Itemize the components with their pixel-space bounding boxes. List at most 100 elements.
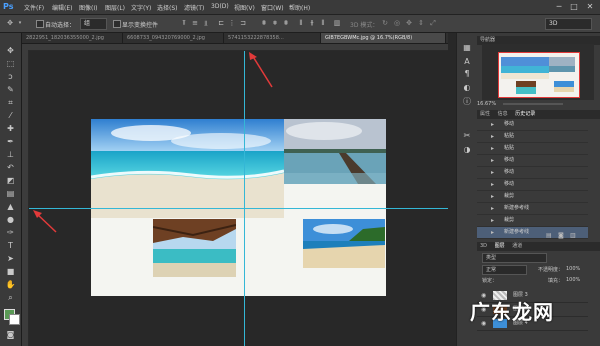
tab-document-3[interactable]: 5741153222878358… [224,33,321,43]
distribute-left-icon[interactable]: ⫴ [297,19,305,27]
align-vcenter-icon[interactable]: ≡ [191,19,199,27]
blur-tool-icon[interactable]: ▲ [5,201,16,212]
trash-icon[interactable]: ▥ [570,232,576,239]
tab-document-active[interactable]: GIB7EGBWMc.jpg @ 16.7%(RGB/8) [321,33,446,43]
quick-select-tool-icon[interactable]: ✎ [5,84,16,95]
align-bottom-icon[interactable]: ⫫ [202,19,210,27]
tab-channels[interactable]: 通道 [512,243,522,249]
history-icon[interactable]: ▦ [462,43,472,53]
lasso-tool-icon[interactable]: ↄ [5,71,16,82]
distribute-bottom-icon[interactable]: ⩩ [282,19,290,27]
gradient-tool-icon[interactable]: ▤ [5,188,16,199]
menu-type[interactable]: 文字(Y) [131,3,151,12]
eyedropper-tool-icon[interactable]: ⁄ [5,110,16,121]
hand-tool-icon[interactable]: ✋ [5,279,16,290]
navigator-view-box[interactable] [498,52,580,98]
rectangle-tool-icon[interactable]: ■ [5,266,16,277]
character-icon[interactable]: A [462,57,472,67]
tab-info[interactable]: 信息 [498,111,508,117]
distribute-hcenter-icon[interactable]: ⫵ [308,19,316,27]
distribute-top-icon[interactable]: ⩩ [260,19,268,27]
menu-view[interactable]: 视图(V) [234,3,255,12]
info-icon[interactable]: ⓘ [462,97,472,107]
3d-slide-icon[interactable]: ⇕ [417,19,425,27]
beach-photo-layer[interactable] [91,119,284,218]
tab-document-2[interactable]: 6608733_094320769000_2.jpg [123,33,224,43]
paragraph-icon[interactable]: ¶ [462,69,472,79]
transform-controls-checkbox[interactable] [113,20,121,28]
blend-mode-dropdown[interactable]: 正常 [482,265,527,275]
history-brush-tool-icon[interactable]: ↶ [5,162,16,173]
palm-beach-photo-layer[interactable] [303,219,385,268]
tab-properties[interactable]: 属性 [480,111,490,117]
background-color-swatch[interactable] [9,314,20,325]
menu-layer[interactable]: 图层(L) [105,3,125,12]
horizontal-guide[interactable] [29,208,448,209]
zoom-tool-icon[interactable]: ⌕ [5,292,16,303]
maximize-icon[interactable]: □ [567,2,581,12]
distribute-right-icon[interactable]: ⫴ [319,19,327,27]
move-tool-icon[interactable]: ✥ [6,19,14,27]
history-item[interactable]: ▸ 移动 [477,119,588,131]
3d-scale-icon[interactable]: ⤢ [429,19,437,27]
tool-presets-icon[interactable]: ✂ [462,131,472,141]
3d-roll-icon[interactable]: ◎ [393,19,401,27]
history-item[interactable]: ▸ 移动 [477,179,588,191]
brush-tool-icon[interactable]: ✒ [5,136,16,147]
adjustments-icon[interactable]: ◑ [462,145,472,155]
crop-tool-icon[interactable]: ⌗ [5,97,16,108]
auto-align-icon[interactable]: ▥ [333,19,341,27]
tab-navigator[interactable]: 导航器 [480,37,495,43]
type-tool-icon[interactable]: T [5,240,16,251]
3d-pan-icon[interactable]: ✥ [405,19,413,27]
healing-brush-tool-icon[interactable]: ✚ [5,123,16,134]
move-tool-icon[interactable]: ✥ [5,45,16,56]
menu-help[interactable]: 帮助(H) [289,3,310,12]
path-select-tool-icon[interactable]: ➤ [5,253,16,264]
tab-layers[interactable]: 图层 [495,243,505,249]
quick-mask-icon[interactable]: ◙ [5,329,16,340]
history-item[interactable]: ▸ 新建参考线 [477,203,588,215]
history-item[interactable]: ▸ 粘贴 [477,131,588,143]
camera-snapshot-icon[interactable]: ◙ [558,232,564,239]
navigator-zoom-slider[interactable] [503,103,563,105]
menu-image[interactable]: 图像(I) [79,3,97,12]
menu-file[interactable]: 文件(F) [24,3,44,12]
auto-select-dropdown[interactable]: 组 [80,18,107,30]
history-item[interactable]: ▸ 移动 [477,155,588,167]
opacity-value[interactable]: 100% [566,266,580,272]
distribute-vcenter-icon[interactable]: ⩨ [271,19,279,27]
menu-window[interactable]: 窗口(W) [261,3,284,12]
history-item[interactable]: ▸ 裁剪 [477,191,588,203]
close-icon[interactable]: ✕ [583,2,597,12]
align-left-icon[interactable]: ⊏ [217,19,225,27]
3d-rotate-icon[interactable]: ↻ [381,19,389,27]
history-item[interactable]: ▸ 移动 [477,167,588,179]
dodge-tool-icon[interactable]: ● [5,214,16,225]
workspace-dropdown[interactable]: 3D [545,18,592,30]
menu-edit[interactable]: 编辑(E) [52,3,72,12]
new-document-from-state-icon[interactable]: ▤ [546,232,552,239]
history-item[interactable]: ▸ 粘贴 [477,143,588,155]
auto-select-checkbox[interactable] [36,20,44,28]
eraser-tool-icon[interactable]: ◩ [5,175,16,186]
clone-stamp-tool-icon[interactable]: ⊥ [5,149,16,160]
pier-photo-layer[interactable] [284,119,386,184]
navigator-zoom-value[interactable]: 16.67% [477,101,496,107]
hut-photo-layer[interactable] [153,219,236,277]
fill-value[interactable]: 100% [566,277,580,283]
vertical-guide[interactable] [244,51,245,346]
chevron-down-icon[interactable]: ▾ [16,19,24,27]
tab-document-1[interactable]: 2822951_182036355000_2.jpg [22,33,123,43]
brush-presets-icon[interactable]: ◐ [462,83,472,93]
align-top-icon[interactable]: ⫪ [180,19,188,27]
align-hcenter-icon[interactable]: ⋮ [228,19,236,27]
align-right-icon[interactable]: ⊐ [239,19,247,27]
menu-filter[interactable]: 滤镜(T) [184,3,204,12]
history-item[interactable]: ▸ 裁剪 [477,215,588,227]
layer-filter-dropdown[interactable]: 类型 [482,253,547,263]
menu-3d[interactable]: 3D(D) [211,3,229,10]
tab-3d[interactable]: 3D [480,243,487,249]
minimize-icon[interactable]: ─ [552,2,566,12]
tab-history[interactable]: 历史记录 [515,111,535,117]
